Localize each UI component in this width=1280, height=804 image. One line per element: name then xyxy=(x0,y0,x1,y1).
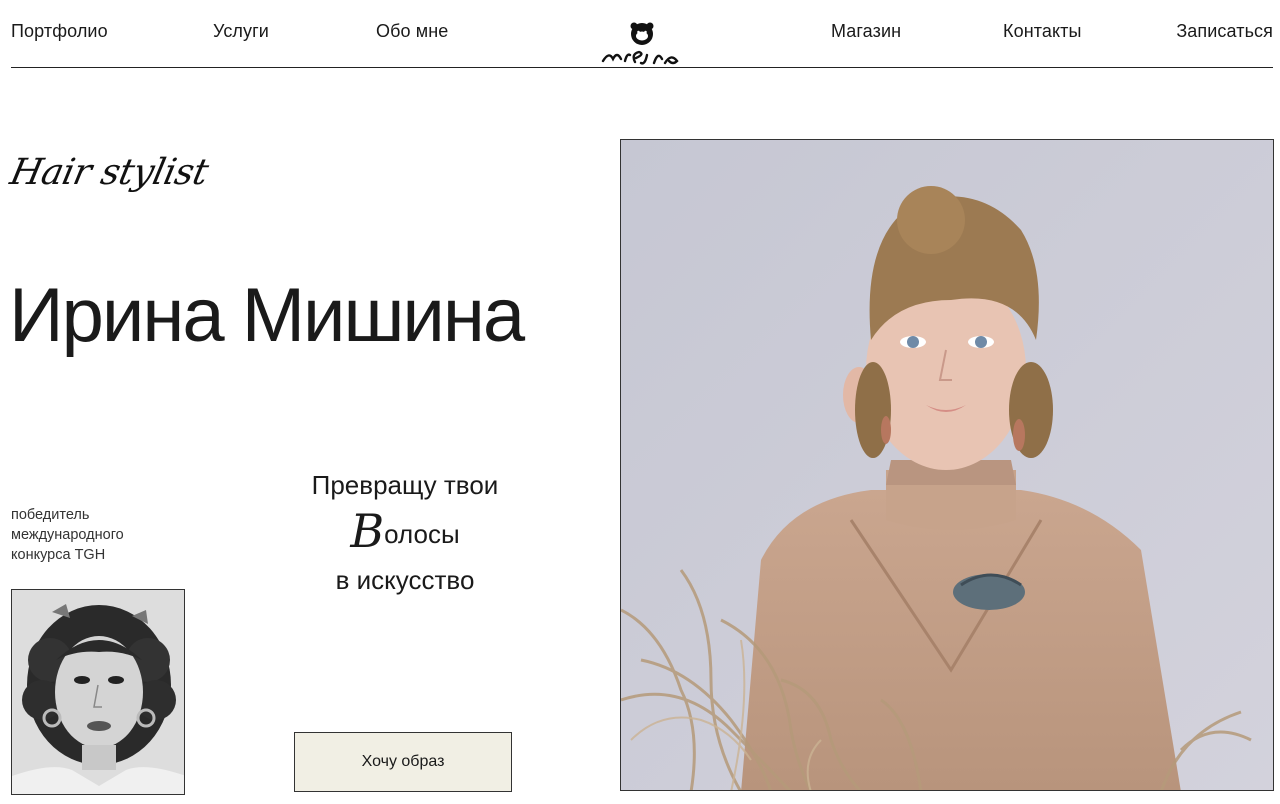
nav-link-services[interactable]: Услуги xyxy=(213,21,269,42)
hero-subtitle: Hair stylist xyxy=(6,152,212,193)
hero-model-photo xyxy=(620,139,1274,791)
top-navigation: Портфолио Услуги Обо мне Магазин Контакт… xyxy=(11,0,1273,68)
award-text: победитель международного конкурса TGH xyxy=(11,505,124,565)
tagline-capital: В xyxy=(350,504,385,558)
nav-link-portfolio[interactable]: Портфолио xyxy=(11,21,108,42)
tagline-line-1: Превращу твои xyxy=(311,470,499,500)
nav-link-shop[interactable]: Магазин xyxy=(831,21,901,42)
nav-link-book[interactable]: Записаться xyxy=(1176,21,1273,42)
award-line: международного xyxy=(11,527,124,543)
award-line: конкурса TGH xyxy=(11,547,106,563)
want-look-button[interactable]: Хочу образ xyxy=(294,732,512,792)
stylist-name: Ирина Мишина xyxy=(9,273,525,358)
bear-face-icon xyxy=(601,22,679,65)
nav-link-contacts[interactable]: Контакты xyxy=(1003,21,1082,42)
brand-logo[interactable] xyxy=(599,21,685,67)
tagline-rest: олосы xyxy=(384,519,460,549)
hero-tagline: Превращу твои Волосы в искусство xyxy=(300,462,510,603)
tagline-line-2: Волосы xyxy=(300,508,510,557)
award-line: победитель xyxy=(11,507,90,523)
award-portrait-photo xyxy=(11,589,185,795)
tagline-line-3: в искусство xyxy=(335,565,475,595)
nav-link-about[interactable]: Обо мне xyxy=(376,21,448,42)
